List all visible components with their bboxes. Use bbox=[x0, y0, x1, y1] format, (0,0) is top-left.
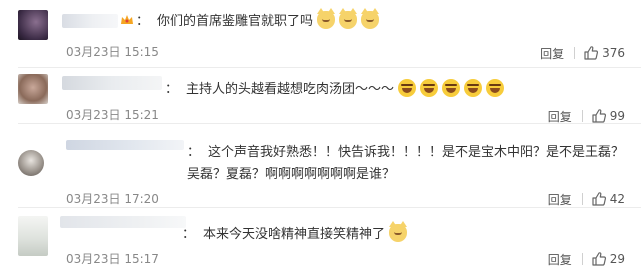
colon: ： bbox=[182, 227, 196, 242]
thumbs-up-icon bbox=[584, 46, 599, 60]
timestamp: 03月23日 15:21 bbox=[66, 108, 159, 122]
comment-text: ： 你们的首席鉴雕官就职了吗 bbox=[120, 8, 380, 33]
like-button[interactable]: 99 bbox=[591, 108, 625, 124]
username[interactable] bbox=[66, 140, 184, 150]
username[interactable] bbox=[62, 14, 118, 28]
like-button[interactable]: 29 bbox=[591, 251, 625, 267]
reply-button[interactable]: 回复 bbox=[548, 251, 572, 268]
comment-body: 这个声音我好熟悉！！快告诉我！！！！是不是宝木中阳？是不是王磊？吴磊？夏磊？啊啊… bbox=[187, 145, 625, 182]
comment-text: ：这个声音我好熟悉！！快告诉我！！！！是不是宝木中阳？是不是王磊？吴磊？夏磊？啊… bbox=[187, 142, 627, 186]
colon: ： bbox=[136, 14, 150, 29]
like-count: 376 bbox=[602, 46, 625, 60]
comment-actions: 回复 29 bbox=[548, 250, 625, 268]
cat-face-icon bbox=[339, 8, 358, 29]
divider bbox=[581, 193, 583, 205]
laughing-face-icon bbox=[464, 79, 483, 97]
reply-button[interactable]: 回复 bbox=[540, 45, 564, 62]
colon: ： bbox=[187, 145, 201, 160]
comment-item: ：这个声音我好熟悉！！快告诉我！！！！是不是宝木中阳？是不是王磊？吴磊？夏磊？啊… bbox=[0, 124, 641, 208]
timestamp: 03月23日 15:17 bbox=[66, 252, 159, 266]
crown-badge-icon bbox=[121, 15, 133, 24]
like-count: 29 bbox=[609, 252, 625, 266]
avatar[interactable] bbox=[18, 10, 48, 40]
like-button[interactable]: 42 bbox=[591, 191, 625, 207]
comment-item: ： 本来今天没啥精神直接笑精神了 03月23日 15:17 回复 29 bbox=[0, 208, 641, 274]
comment-actions: 回复 42 bbox=[548, 190, 625, 208]
laughing-face-icon bbox=[486, 79, 505, 97]
cat-face-icon bbox=[389, 221, 408, 242]
colon: ： bbox=[165, 82, 179, 97]
timestamp: 03月23日 15:15 bbox=[66, 45, 159, 59]
reply-button[interactable]: 回复 bbox=[548, 191, 572, 208]
cat-face-icon bbox=[317, 8, 336, 29]
comment-actions: 回复 376 bbox=[540, 44, 625, 62]
thumbs-up-icon bbox=[592, 192, 606, 206]
thumbs-up-icon bbox=[592, 252, 606, 266]
comment-item: ： 你们的首席鉴雕官就职了吗 03月23日 15:15 回复 376 bbox=[0, 0, 641, 68]
comment-body: 本来今天没啥精神直接笑精神了 bbox=[203, 227, 386, 242]
like-count: 99 bbox=[609, 109, 625, 123]
cat-face-icon bbox=[361, 8, 380, 29]
comment-body: 主持人的头越看越想吃肉汤团～～～ bbox=[186, 82, 395, 97]
thumbs-up-icon bbox=[592, 109, 606, 123]
avatar[interactable] bbox=[18, 74, 48, 104]
like-button[interactable]: 376 bbox=[583, 45, 625, 61]
laughing-face-icon bbox=[442, 79, 461, 97]
divider bbox=[581, 253, 583, 265]
avatar[interactable] bbox=[18, 216, 48, 256]
username[interactable] bbox=[60, 216, 186, 228]
divider bbox=[574, 47, 576, 59]
like-count: 42 bbox=[609, 192, 625, 206]
laughing-face-icon bbox=[398, 79, 417, 97]
divider bbox=[581, 110, 583, 122]
comment-text: ： 本来今天没啥精神直接笑精神了 bbox=[182, 221, 408, 246]
comment-text: ： 主持人的头越看越想吃肉汤团～～～ bbox=[165, 79, 505, 101]
username[interactable] bbox=[62, 76, 162, 90]
comment-item: ： 主持人的头越看越想吃肉汤团～～～ 03月23日 15:21 回复 99 bbox=[0, 68, 641, 124]
timestamp: 03月23日 17:20 bbox=[66, 192, 159, 206]
reply-button[interactable]: 回复 bbox=[548, 108, 572, 125]
laughing-face-icon bbox=[420, 79, 439, 97]
comment-body: 你们的首席鉴雕官就职了吗 bbox=[157, 14, 314, 29]
avatar[interactable] bbox=[18, 150, 44, 176]
